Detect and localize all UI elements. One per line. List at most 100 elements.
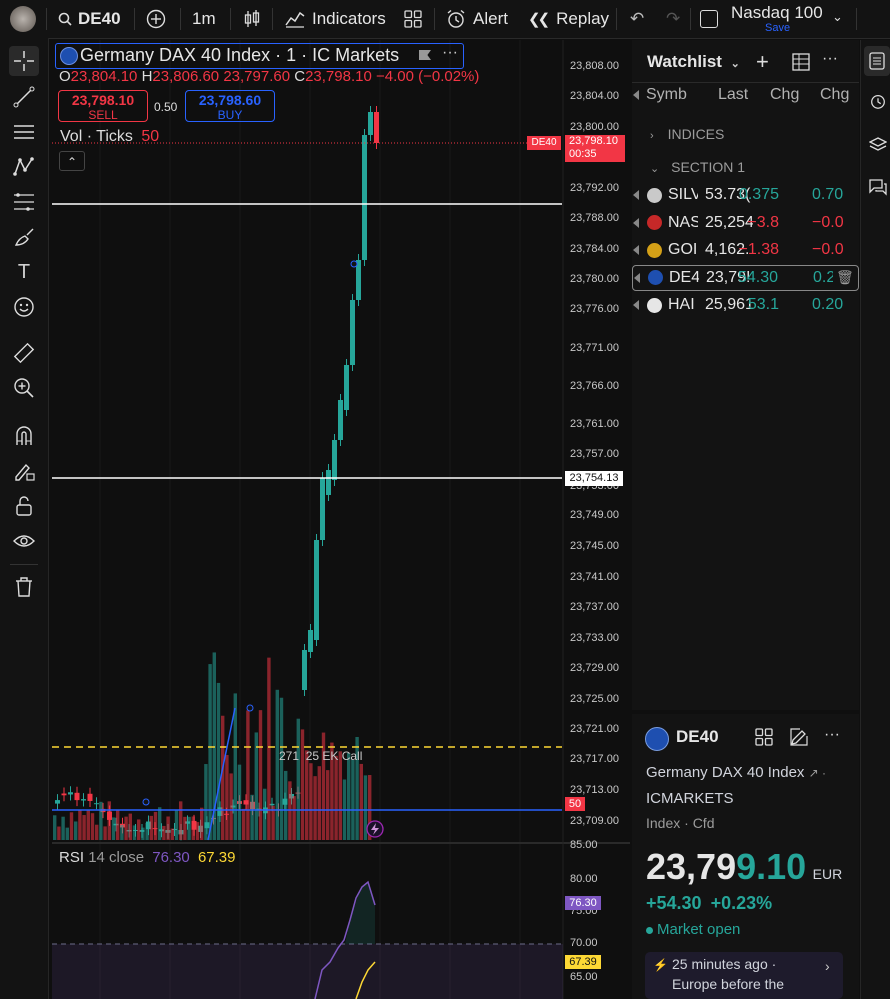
edit-button[interactable] [790,728,808,751]
volume-bar [78,810,82,840]
change-abs: +54.30 [646,893,702,913]
detail-symbol[interactable]: DE40 [676,727,719,747]
column-resize-marker [633,90,639,100]
flag-marker [633,190,639,200]
price-tail: 9.10 [736,846,807,887]
volume-bar [347,752,351,840]
volume-bar [237,764,242,840]
change-pct: +0.23% [710,893,773,913]
col-last[interactable]: Last [718,86,748,104]
price-tick-label: 23,729.00 [570,662,619,674]
watchlist-title[interactable]: Watchlist ⌄ [647,52,740,72]
instrument-name[interactable]: Germany DAX 40 Index ↗ · [646,764,826,781]
buy-button[interactable]: 23,798.60 BUY [185,90,275,122]
price-tick-label: 23,745.00 [570,540,619,552]
chevron-right-icon: › [825,958,830,974]
price-tick-label: 23,737.00 [570,601,619,613]
add-symbol-button[interactable]: + [756,49,769,75]
advanced-view-button[interactable] [792,53,810,76]
row-chg: 0.375 [738,186,779,203]
object-tree-tab[interactable] [868,136,888,159]
change-value: −4.00 (−0.02%) [375,68,480,85]
watchlist-tab[interactable] [864,46,890,76]
chat-icon [869,179,887,196]
price-tick-label: 23,757.00 [570,448,619,460]
price-tick-label: 23,788.00 [570,212,619,224]
volume-bar [258,710,263,840]
chats-tab[interactable] [869,178,887,201]
anchor-point[interactable] [142,798,150,806]
watchlist-more-button[interactable]: ··· [822,50,838,68]
volume-bar [267,657,271,840]
market-status: Market open [646,921,740,938]
alerts-tab[interactable] [869,92,887,115]
volume-bar [149,815,153,840]
candle [314,540,319,640]
volume-bar [351,759,355,840]
layout-button[interactable] [755,728,773,751]
instrument-name-text: Germany DAX 40 Index [646,764,805,781]
news-card[interactable]: ⚡ 25 minutes ago · Europe before the › [645,952,843,999]
sell-button[interactable]: 23,798.10 SELL [58,90,148,122]
undo-button[interactable]: ↶ [630,0,644,38]
redo-button[interactable]: ↷ [666,0,680,38]
col-chgp[interactable]: Chg [820,86,849,104]
h-value: 23,806.60 [152,68,220,85]
group-section-1[interactable]: ⌄ SECTION 1 [650,159,745,175]
volume-bar [338,751,342,840]
volume-bar [141,827,145,840]
volume-bar [334,755,338,840]
current-price-tag: 23,798.10 00:35 [565,135,625,162]
layout-checkbox[interactable] [700,10,718,28]
rsi-label: RSI [59,849,85,866]
candle [350,300,355,365]
volume-bar [82,815,86,840]
watchlist-row[interactable]: GOI 4,162. −1.38 −0.0 [632,237,859,263]
more-icon[interactable]: ··· [442,44,458,62]
watchlist-panel: Watchlist ⌄ + ··· Symb Last Chg Chg › IN… [632,40,859,710]
detail-more-button[interactable]: ··· [824,726,840,744]
watchlist-row[interactable]: NAS 25,254 −3.8 −0.0 [632,210,859,236]
undo-icon: ↶ [630,9,645,28]
volume-bar [229,773,233,840]
row-chgp: −0.0 [812,213,844,231]
group-indices[interactable]: › INDICES [650,126,724,142]
row-chg: 53.1 [747,296,779,313]
rsi-tag: 76.30 [565,896,601,910]
volume-bar [191,816,195,840]
candle [87,793,93,801]
chevron-down-icon[interactable]: ⌄ [832,9,843,25]
status-dot-icon [646,927,653,934]
volume-bar [74,821,78,840]
volume-bar [284,770,288,840]
volume-bar [221,715,225,840]
trash-icon[interactable]: 🗑 [836,269,854,286]
symbol-icon [647,242,662,258]
candle [81,799,86,801]
volume-bar [300,729,305,840]
anchor-point[interactable] [246,704,254,712]
hline-price-tag[interactable]: 23,754.13 [565,471,623,486]
price-tick-label: 23,792.00 [570,182,619,194]
annotation-label[interactable]: 271 25 EK Call [279,749,362,763]
watchlist-row[interactable]: HAI 25,961 53.1 0.20 [632,292,859,318]
volume-bar [305,750,309,840]
col-symbol[interactable]: Symb [646,86,687,104]
anchor-point[interactable] [350,260,358,268]
price-tick-label: 23,776.00 [570,303,619,315]
row-chg: −1.38 [738,241,779,258]
rsi-value: 76.30 [152,849,190,866]
collapse-legend-button[interactable]: ⌃ [59,151,85,171]
column-header-row: Symb Last Chg Chg [632,86,859,106]
ohlc-row: O23,804.10 H23,806.60 23,797.60 C23,798.… [59,68,479,85]
layout-name[interactable]: Nasdaq 100 [731,3,823,23]
col-chg[interactable]: Chg [770,86,799,104]
rsi-tick-label: 70.00 [570,937,598,949]
watchlist-row[interactable]: DE4 23,79! 54.30 0.2 🗑 [632,264,859,291]
c-value: 23,798.10 [305,68,372,85]
price-tick-label: 23,766.00 [570,380,619,392]
volume-bar [242,808,246,840]
rsi-legend: RSI 14 close 76.30 67.39 [59,849,236,866]
save-status: Save [765,22,791,34]
watchlist-row[interactable]: SILV 53.73(0.375 0.70 [632,182,859,208]
